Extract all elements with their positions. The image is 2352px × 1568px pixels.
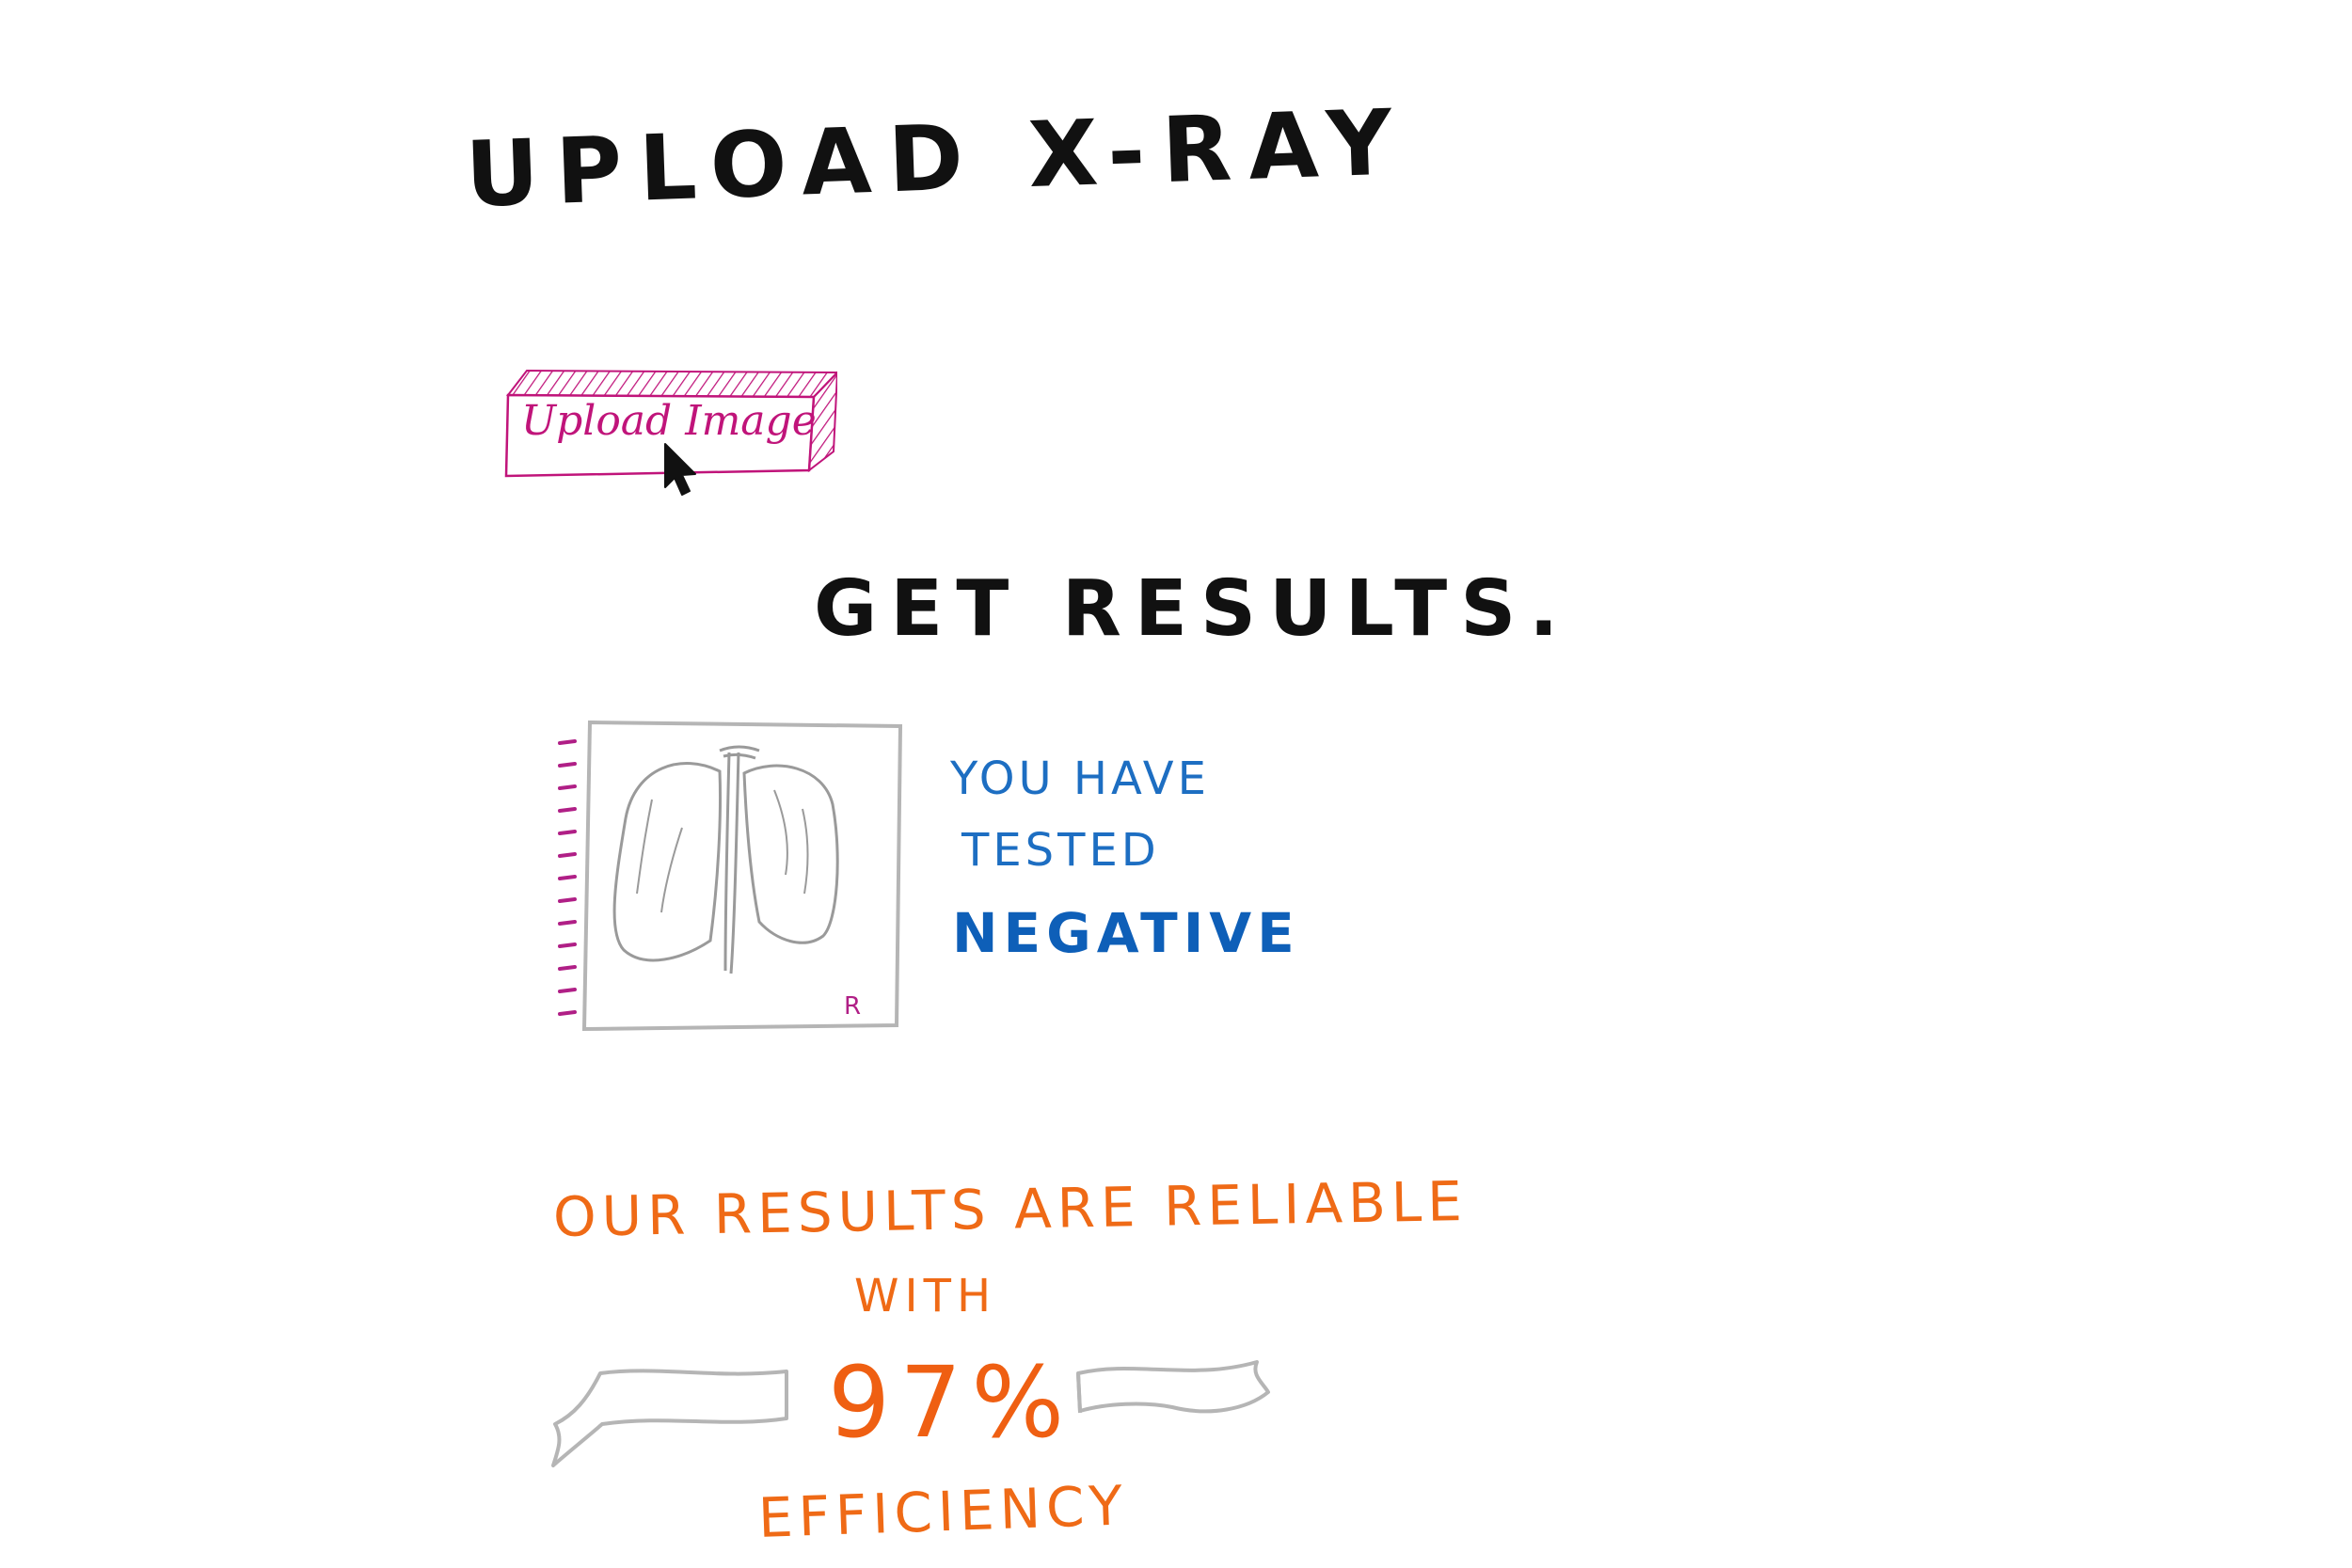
- results-heading: GET RESULTS.: [814, 564, 1572, 654]
- xray-marker-label: R: [844, 992, 861, 1021]
- lungs-xray-icon: R: [558, 720, 903, 1032]
- banner-ribbon-left-icon: [551, 1369, 788, 1467]
- result-outcome: NEGATIVE: [952, 901, 1300, 965]
- efficiency-label: EFFICIENCY: [756, 1473, 1129, 1550]
- page-title: UPLOAD X-RAY: [464, 89, 1411, 228]
- upload-button-label: Upload Image: [521, 397, 817, 445]
- result-message-line-2: TESTED: [961, 824, 1160, 877]
- reliability-line-1: OUR RESULTS ARE RELIABLE: [552, 1169, 1469, 1249]
- reliability-line-2: WITH: [854, 1270, 997, 1323]
- cursor-arrow-icon: [664, 443, 696, 496]
- efficiency-percent: 97%: [828, 1345, 1074, 1460]
- result-message-line-1: YOU HAVE: [950, 752, 1210, 805]
- banner-ribbon-right-icon: [1076, 1360, 1270, 1414]
